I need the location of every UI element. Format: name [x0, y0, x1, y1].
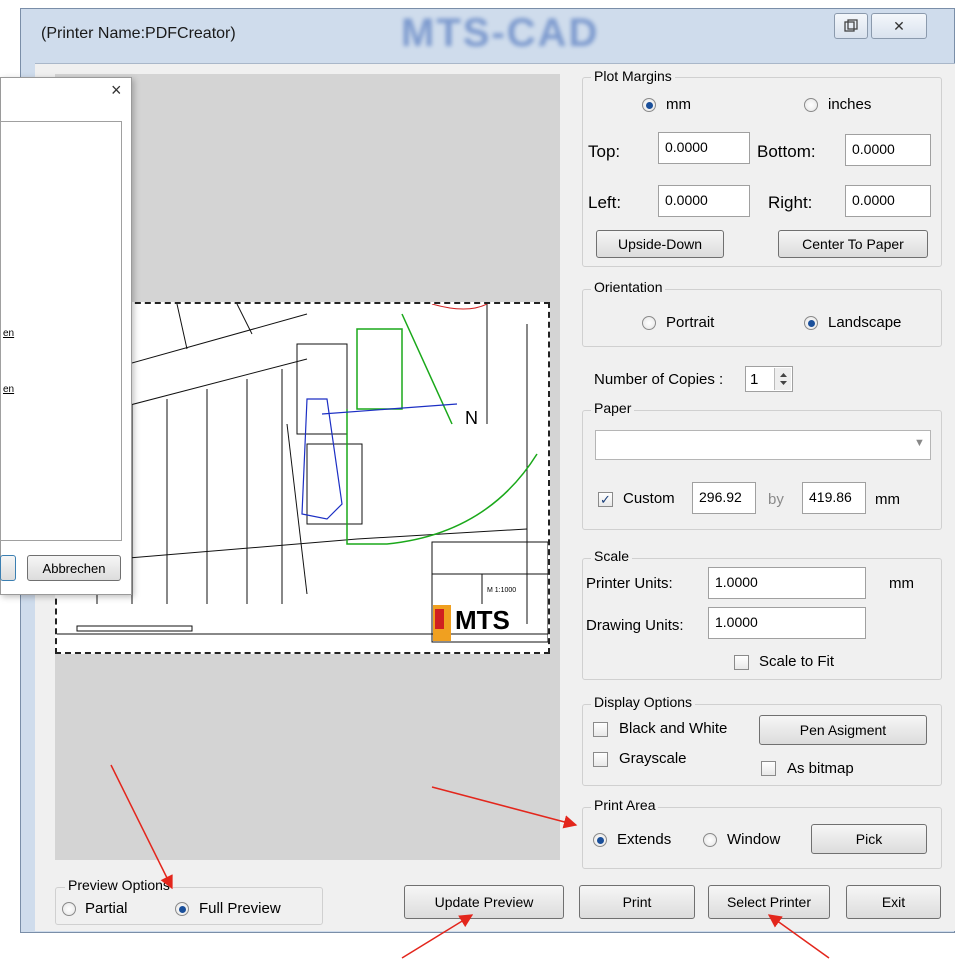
arrow-extends [431, 786, 578, 829]
arrow-full-preview [110, 764, 173, 890]
annotation-arrows [110, 764, 830, 959]
arrow-update-preview [401, 914, 474, 959]
arrow-select-printer [767, 914, 830, 959]
